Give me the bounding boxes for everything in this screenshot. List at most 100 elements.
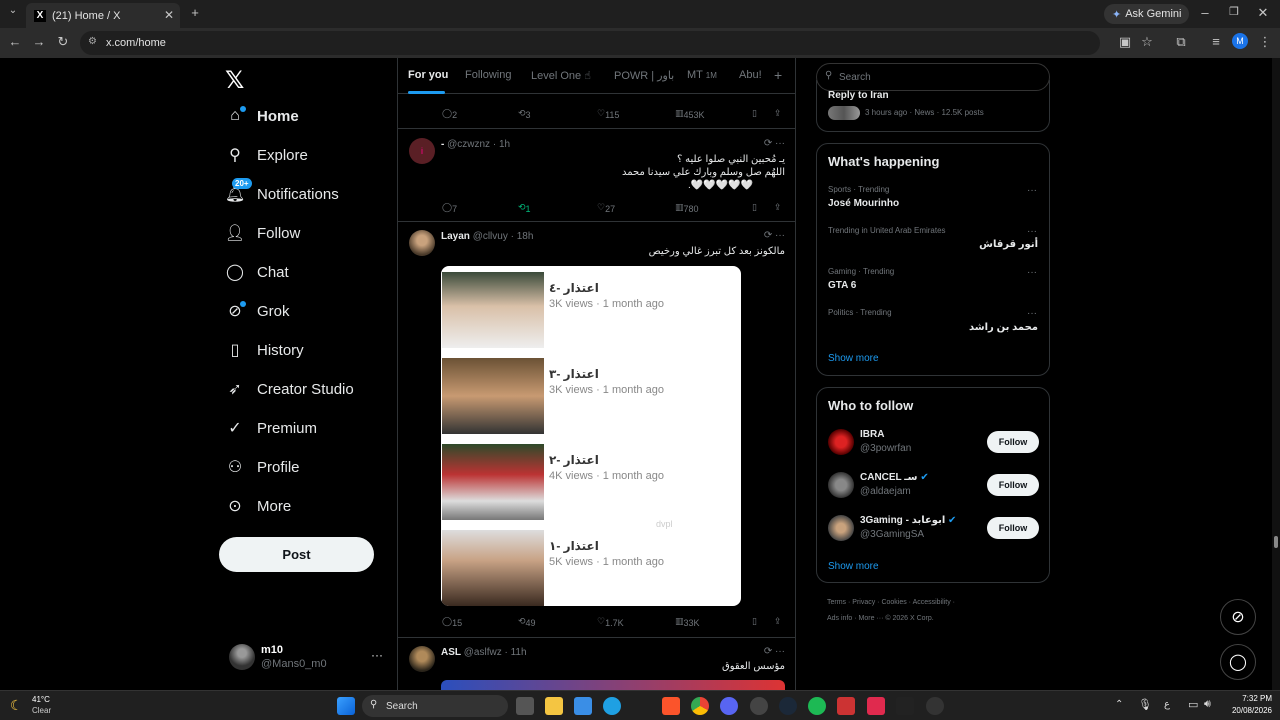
steam-icon[interactable] (779, 697, 797, 715)
nav-explore[interactable]: ⚲ Explore (225, 140, 308, 170)
news-card[interactable]: Reply to Iran 3 hours ago · News · 12.5K… (816, 80, 1050, 132)
trend-more-icon[interactable]: ··· (1027, 185, 1037, 196)
app-icon[interactable] (867, 697, 885, 715)
reload-icon[interactable]: ↻ (54, 34, 72, 50)
tray-chevron-icon[interactable]: ⌃ (1115, 699, 1123, 710)
tab-level-one[interactable]: Level One ☝ (531, 69, 591, 82)
like-button[interactable]: ♡ 115 (597, 108, 619, 120)
profile-avatar[interactable]: M (1232, 33, 1248, 49)
tab-list-icon[interactable]: ⌄ (4, 5, 22, 16)
back-icon[interactable]: ← (6, 34, 24, 49)
nav-premium[interactable]: ✓ Premium (225, 413, 317, 443)
suggestion-name[interactable]: CANCEL ‏سـ ✔ (860, 472, 929, 483)
avatar[interactable] (828, 472, 854, 498)
volume-icon[interactable]: 🔊︎ (1204, 698, 1211, 711)
repost-button[interactable]: ⟲ 1 (518, 202, 531, 214)
browser-menu-icon[interactable]: ⋮ (1256, 34, 1274, 50)
follow-button[interactable]: Follow (987, 431, 1039, 453)
trend-name[interactable]: José Mourinho (828, 198, 899, 209)
app-icon[interactable] (896, 697, 914, 715)
tweet-author[interactable]: Layan @cllvuy · 18h (441, 231, 533, 242)
browser-tab[interactable]: X (21) Home / X ✕ (26, 3, 180, 28)
nav-follow[interactable]: 👤︎ Follow (225, 218, 301, 248)
file-explorer-icon[interactable] (545, 697, 563, 715)
nav-creator-studio[interactable]: ➶ Creator Studio (225, 374, 353, 404)
account-switcher[interactable]: m10 @Mans0_m0 ··· (227, 642, 387, 674)
brave-icon[interactable] (662, 697, 680, 715)
add-tab-icon[interactable]: + (774, 67, 782, 83)
avatar[interactable] (828, 515, 854, 541)
share-icon[interactable]: ⇪ (774, 616, 782, 627)
forward-icon[interactable]: → (30, 34, 48, 49)
avatar[interactable]: i (409, 138, 435, 164)
tweet-media-image[interactable]: اعتذار -٤ 3K views · 1 month ago اعتذار … (441, 266, 741, 606)
store-icon[interactable] (574, 697, 592, 715)
show-more-link[interactable]: Show more (828, 561, 879, 572)
trend-more-icon[interactable]: ··· (1027, 267, 1037, 278)
views-button[interactable]: ▥ 453K (675, 108, 705, 120)
trend-name[interactable]: محمد بن راشد (969, 322, 1038, 333)
views-button[interactable]: ▥ 780 (675, 202, 699, 214)
account-more-icon[interactable]: ··· (371, 648, 383, 662)
start-icon[interactable] (337, 697, 355, 715)
tab-following[interactable]: Following (465, 69, 511, 81)
trend-name[interactable]: GTA 6 (828, 280, 856, 291)
avatar[interactable] (409, 646, 435, 672)
nav-grok[interactable]: ⊘ Grok (225, 296, 290, 326)
app-icon[interactable] (750, 697, 768, 715)
taskbar-clock[interactable]: 7:32 PM 20/08/2026 (1224, 694, 1272, 715)
page-scrollbar[interactable] (1272, 58, 1280, 690)
nav-more[interactable]: ⊙ More (225, 491, 291, 521)
bookmark-icon[interactable]: ▯ (752, 202, 757, 213)
trend-more-icon[interactable]: ··· (1027, 308, 1037, 319)
language-icon[interactable]: ع (1164, 699, 1170, 710)
media-controls-icon[interactable]: ≡ (1207, 34, 1225, 49)
site-info-icon[interactable]: ⚙ (88, 36, 97, 47)
app-icon[interactable] (926, 697, 944, 715)
tweet-author[interactable]: - @czwznz · 1h (441, 139, 510, 150)
spotify-icon[interactable] (808, 697, 826, 715)
suggestion-name[interactable]: 3Gaming - ابوعابد ✔ (860, 515, 956, 526)
x-logo-icon[interactable]: 𝕏 (225, 66, 244, 95)
nav-notifications[interactable]: 🔔︎ 20+ Notifications (225, 178, 339, 209)
tab-mt[interactable]: MT 1M (687, 69, 717, 81)
footer-links[interactable]: Ads info · More ··· © 2026 X Corp. (827, 615, 934, 622)
reply-button[interactable]: ◯ 7 (442, 202, 457, 214)
close-tab-icon[interactable]: ✕ (164, 8, 174, 22)
follow-button[interactable]: Follow (987, 474, 1039, 496)
app-icon[interactable] (837, 697, 855, 715)
bookmark-icon[interactable]: ▯ (752, 616, 757, 627)
taskbar-search[interactable]: ⚲ Search (362, 695, 508, 717)
trend-name[interactable]: أنور قرقاش (979, 239, 1038, 250)
close-window-icon[interactable]: ✕ (1254, 5, 1272, 21)
nav-chat[interactable]: ◯ Chat (225, 257, 289, 287)
avatar[interactable] (828, 429, 854, 455)
show-more-link[interactable]: Show more (828, 353, 879, 364)
reply-button[interactable]: ◯ 2 (442, 108, 457, 120)
tab-for-you[interactable]: For you (408, 69, 448, 81)
address-bar[interactable]: ⚙ x.com/home (80, 31, 1100, 55)
avatar[interactable] (409, 230, 435, 256)
tweet-media-image[interactable] (441, 680, 785, 690)
tweet-author[interactable]: ASL @aslfwz · 11h (441, 647, 527, 658)
install-app-icon[interactable]: ▣ (1116, 34, 1134, 50)
scroll-thumb[interactable] (1274, 536, 1278, 548)
like-button[interactable]: ♡ 1.7K (597, 616, 624, 628)
share-icon[interactable]: ⇪ (774, 202, 782, 213)
nav-profile[interactable]: ⚇ Profile (225, 452, 300, 482)
grok-fab-icon[interactable]: ⊘ (1220, 599, 1256, 635)
microphone-icon[interactable]: 🎙︎ (1138, 698, 1152, 711)
edge-icon[interactable] (603, 697, 621, 715)
repost-button[interactable]: ⟲ 49 (518, 616, 536, 628)
tweet-more-icon[interactable]: ⟳ ··· (764, 230, 785, 241)
follow-button[interactable]: Follow (987, 517, 1039, 539)
tab-abu[interactable]: Abu! (739, 69, 762, 81)
trend-more-icon[interactable]: ··· (1027, 226, 1037, 237)
views-button[interactable]: ▥ 33K (675, 616, 700, 628)
nav-history[interactable]: ▯ History (225, 335, 304, 365)
network-icon[interactable]: ▭ (1188, 698, 1198, 711)
bookmark-icon[interactable]: ▯ (752, 108, 757, 119)
discord-icon[interactable] (720, 697, 738, 715)
tweet-more-icon[interactable]: ⟳ ··· (764, 646, 785, 657)
nav-home[interactable]: ⌂ Home (225, 101, 299, 131)
